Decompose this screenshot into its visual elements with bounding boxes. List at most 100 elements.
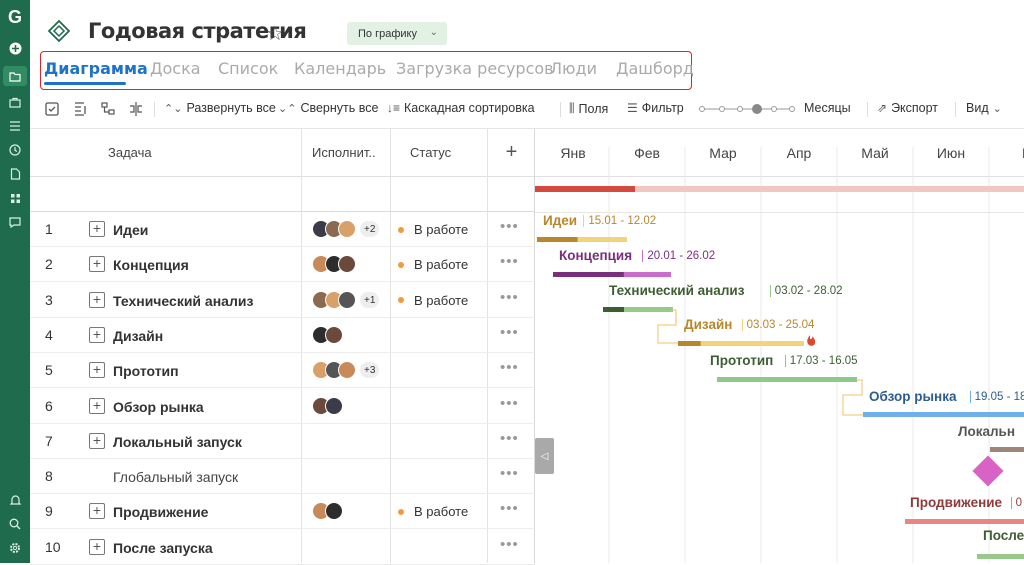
row-menu-button[interactable]: •••: [500, 324, 519, 341]
document-icon[interactable]: [0, 164, 30, 184]
expand-row-button[interactable]: +: [89, 397, 105, 414]
task-name[interactable]: Обзор рынка: [113, 399, 204, 415]
folder-icon[interactable]: [3, 66, 27, 86]
assignee-avatars[interactable]: [312, 501, 343, 521]
tab-diagram[interactable]: Диаграмма: [44, 59, 148, 78]
view-dropdown[interactable]: Вид ⌄: [966, 101, 1002, 115]
row-menu-button[interactable]: •••: [500, 253, 519, 270]
task-name[interactable]: Концепция: [113, 257, 189, 273]
clock-icon[interactable]: [0, 140, 30, 160]
gantt-task-label[interactable]: Концепция: [559, 248, 632, 263]
outline-icon[interactable]: [72, 101, 88, 117]
assignee-avatars[interactable]: [312, 396, 343, 416]
filter-button[interactable]: ☰ Фильтр: [627, 101, 684, 115]
task-name[interactable]: После запуска: [113, 540, 213, 556]
column-header-task[interactable]: Задача: [30, 129, 302, 177]
status-cell[interactable]: В работе: [398, 222, 468, 237]
tab-calendar[interactable]: Календарь: [294, 59, 386, 78]
gantt-task-label[interactable]: Прототип: [710, 353, 773, 368]
gantt-task-label[interactable]: Идеи: [543, 213, 577, 228]
row-menu-button[interactable]: •••: [500, 359, 519, 376]
status-cell[interactable]: В работе: [398, 257, 468, 272]
tab-dashboard[interactable]: Дашборд: [616, 59, 694, 78]
grid-icon[interactable]: [0, 188, 30, 208]
search-icon[interactable]: [0, 514, 30, 534]
gantt-task-label[interactable]: Дизайн: [684, 317, 732, 332]
expand-row-button[interactable]: +: [89, 291, 105, 308]
gantt-task-label[interactable]: Продвижение: [910, 495, 1002, 510]
table-row[interactable]: 9 + Продвижение В работе •••: [30, 494, 535, 530]
table-row[interactable]: 7 + Локальный запуск •••: [30, 424, 535, 459]
tab-list[interactable]: Список: [218, 59, 278, 78]
bell-icon[interactable]: [0, 490, 30, 510]
collapse-panel-button[interactable]: ◁: [535, 438, 554, 474]
expand-row-button[interactable]: +: [89, 221, 105, 237]
checkbox-icon[interactable]: [44, 101, 60, 117]
expand-all-button[interactable]: ⌃⌄ Развернуть все: [164, 101, 276, 115]
chat-icon[interactable]: [0, 212, 30, 232]
expand-row-button[interactable]: +: [89, 432, 105, 449]
task-name[interactable]: Прототип: [113, 363, 179, 379]
table-row[interactable]: 4 + Дизайн •••: [30, 318, 535, 353]
assignee-avatars[interactable]: +1: [312, 290, 381, 310]
column-header-assignee[interactable]: Исполнит..: [302, 129, 391, 177]
gantt-task-bar[interactable]: [717, 377, 857, 382]
assignee-avatars[interactable]: [312, 254, 356, 274]
favorite-star-icon[interactable]: ☆: [266, 21, 284, 46]
gear-icon[interactable]: [0, 538, 30, 558]
app-logo[interactable]: G: [0, 6, 30, 28]
tab-people[interactable]: Люди: [550, 59, 597, 78]
split-icon[interactable]: [128, 101, 144, 117]
cascade-sort-button[interactable]: ↓≡ Каскадная сортировка: [387, 101, 535, 115]
collapse-all-button[interactable]: ⌄⌃ Свернуть все: [278, 101, 378, 115]
task-name[interactable]: Дизайн: [113, 328, 163, 344]
table-row[interactable]: 1 + Идеи +2 В работе •••: [30, 212, 535, 247]
row-menu-button[interactable]: •••: [500, 289, 519, 306]
fields-button[interactable]: ⫼ Поля: [569, 101, 608, 116]
status-cell[interactable]: В работе: [398, 293, 468, 308]
export-button[interactable]: ⇗ Экспорт: [877, 101, 938, 115]
gantt-task-label[interactable]: Локальн: [958, 424, 1015, 439]
row-menu-button[interactable]: •••: [500, 395, 519, 412]
gantt-task-bar[interactable]: [990, 447, 1024, 452]
assignee-avatars[interactable]: +2: [312, 219, 381, 239]
expand-row-button[interactable]: +: [89, 362, 105, 379]
task-name[interactable]: Идеи: [113, 222, 148, 238]
list-icon[interactable]: [0, 116, 30, 136]
expand-row-button[interactable]: +: [89, 326, 105, 343]
milestone-marker[interactable]: [972, 455, 1004, 487]
row-menu-button[interactable]: •••: [500, 500, 519, 517]
status-cell[interactable]: В работе: [398, 504, 468, 519]
zoom-slider[interactable]: [698, 103, 796, 115]
gantt-task-bar[interactable]: [863, 412, 1024, 417]
table-row[interactable]: 10 + После запуска •••: [30, 530, 535, 565]
table-row[interactable]: 6 + Обзор рынка •••: [30, 389, 535, 424]
row-menu-button[interactable]: •••: [500, 430, 519, 447]
assignee-avatars[interactable]: [312, 325, 343, 345]
column-header-status[interactable]: Статус: [391, 129, 488, 177]
assignee-avatars[interactable]: +3: [312, 360, 381, 380]
task-name[interactable]: Технический анализ: [113, 293, 253, 309]
table-row[interactable]: 5 + Прототип +3 •••: [30, 353, 535, 389]
hierarchy-icon[interactable]: [100, 101, 116, 117]
gantt-task-bar[interactable]: [905, 519, 1024, 524]
task-name[interactable]: Глобальный запуск: [113, 469, 238, 485]
task-name[interactable]: Локальный запуск: [113, 434, 242, 450]
schedule-status-dropdown[interactable]: По графику ⌄: [347, 22, 447, 45]
expand-row-button[interactable]: +: [89, 503, 105, 520]
gantt-task-label[interactable]: После: [983, 528, 1024, 543]
briefcase-icon[interactable]: [0, 92, 30, 112]
task-name[interactable]: Продвижение: [113, 504, 208, 520]
gantt-task-label[interactable]: Технический анализ: [609, 283, 744, 298]
table-row[interactable]: 2 + Концепция В работе •••: [30, 247, 535, 283]
expand-row-button[interactable]: +: [89, 256, 105, 273]
row-menu-button[interactable]: •••: [500, 218, 519, 235]
gantt-task-label[interactable]: Обзор рынка: [869, 389, 956, 404]
tab-resource-load[interactable]: Загрузка ресурсов: [396, 59, 554, 78]
row-menu-button[interactable]: •••: [500, 465, 519, 482]
tab-board[interactable]: Доска: [150, 59, 201, 78]
add-column-button[interactable]: +: [488, 129, 535, 177]
expand-row-button[interactable]: +: [89, 538, 105, 555]
add-icon[interactable]: [0, 38, 30, 58]
table-row[interactable]: 8 Глобальный запуск •••: [30, 459, 535, 495]
